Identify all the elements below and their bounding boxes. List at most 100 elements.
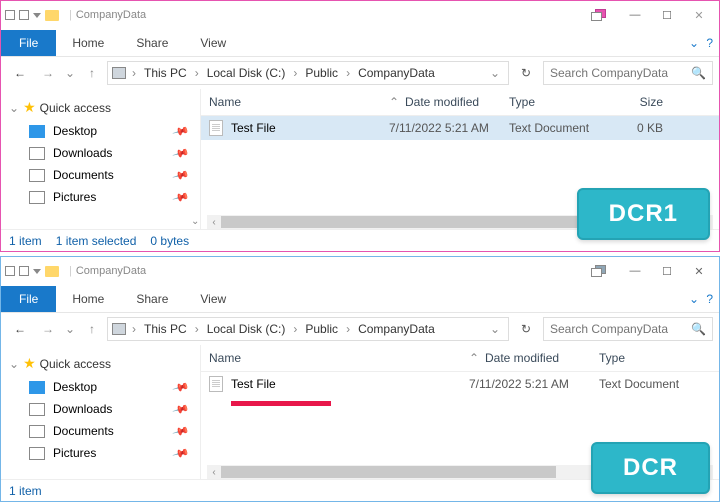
sidebar-item-label: Downloads [53, 146, 112, 160]
chevron-right-icon[interactable]: › [291, 322, 299, 336]
chevron-right-icon[interactable]: › [130, 322, 138, 336]
sidebar-item-pictures[interactable]: Pictures📌 [1, 442, 200, 464]
file-name: Test File [231, 377, 469, 391]
col-size[interactable]: Size [619, 95, 669, 109]
maximize-button[interactable]: ☐ [651, 4, 683, 26]
column-headers[interactable]: Name ⌃ Date modified Type Size [201, 89, 719, 116]
column-headers[interactable]: Name ⌃ Date modified Type [201, 345, 719, 372]
crumb-local-disk[interactable]: Local Disk (C:) [205, 322, 288, 336]
maximize-button[interactable]: ☐ [651, 260, 683, 282]
qat-newfolder-icon[interactable] [19, 10, 29, 20]
crumb-companydata[interactable]: CompanyData [356, 322, 437, 336]
sidebar-item-documents[interactable]: Documents📌 [1, 164, 200, 186]
table-row[interactable]: Test File 7/11/2022 5:21 AM Text Documen… [201, 116, 719, 140]
titlebar[interactable]: | CompanyData — ☐ ✕ [1, 257, 719, 285]
sidebar-scroll-down-icon[interactable]: ⌄ [191, 216, 199, 227]
pc-icon [112, 323, 126, 335]
refresh-button[interactable]: ↻ [515, 318, 537, 340]
minimize-button[interactable]: — [619, 4, 651, 26]
desktop-icon [29, 381, 45, 394]
path-dropdown-icon[interactable]: ⌄ [490, 66, 504, 80]
tab-view[interactable]: View [184, 292, 242, 306]
cascade-icon[interactable] [591, 9, 607, 22]
back-button[interactable]: ← [7, 60, 33, 86]
breadcrumb[interactable]: › This PC › Local Disk (C:) › Public › C… [107, 317, 509, 341]
file-tab[interactable]: File [1, 286, 56, 312]
file-type: Text Document [599, 377, 709, 391]
history-dropdown-icon[interactable]: ⌄ [63, 60, 77, 86]
close-button[interactable]: ✕ [683, 4, 715, 26]
search-icon[interactable]: 🔍 [691, 322, 706, 336]
ribbon-collapse-icon[interactable]: ⌄ [689, 36, 699, 50]
col-name[interactable]: Name [209, 351, 469, 365]
downloads-icon [29, 403, 45, 416]
history-dropdown-icon[interactable]: ⌄ [63, 316, 77, 342]
chevron-right-icon[interactable]: › [344, 66, 352, 80]
tab-home[interactable]: Home [56, 36, 120, 50]
up-button[interactable]: ↑ [79, 316, 105, 342]
sidebar-item-downloads[interactable]: Downloads📌 [1, 142, 200, 164]
crumb-public[interactable]: Public [303, 66, 340, 80]
qat-dropdown-icon[interactable] [33, 269, 41, 274]
help-icon[interactable]: ? [706, 36, 713, 50]
chevron-right-icon[interactable]: › [130, 66, 138, 80]
sidebar-item-downloads[interactable]: Downloads📌 [1, 398, 200, 420]
tab-view[interactable]: View [184, 36, 242, 50]
desktop-icon [29, 125, 45, 138]
close-button[interactable]: ✕ [683, 260, 715, 282]
search-icon[interactable]: 🔍 [691, 66, 706, 80]
crumb-companydata[interactable]: CompanyData [356, 66, 437, 80]
qat-properties-icon[interactable] [5, 10, 15, 20]
col-type[interactable]: Type [599, 351, 699, 365]
scroll-left-icon[interactable]: ‹ [207, 215, 221, 229]
sidebar-item-documents[interactable]: Documents📌 [1, 420, 200, 442]
table-row[interactable]: Test File 7/11/2022 5:21 AM Text Documen… [201, 372, 719, 396]
forward-button[interactable]: → [35, 60, 61, 86]
help-icon[interactable]: ? [706, 292, 713, 306]
chevron-right-icon[interactable]: › [193, 66, 201, 80]
search-box[interactable]: 🔍 [543, 61, 713, 85]
col-modified[interactable]: Date modified [469, 351, 599, 365]
chevron-right-icon[interactable]: › [344, 322, 352, 336]
crumb-this-pc[interactable]: This PC [142, 322, 189, 336]
ribbon-collapse-icon[interactable]: ⌄ [689, 292, 699, 306]
search-input[interactable] [550, 66, 690, 80]
sidebar-item-desktop[interactable]: Desktop📌 [1, 376, 200, 398]
col-type[interactable]: Type [509, 95, 619, 109]
tab-home[interactable]: Home [56, 292, 120, 306]
chevron-down-icon[interactable]: ⌄ [9, 357, 19, 371]
chevron-right-icon[interactable]: › [291, 66, 299, 80]
breadcrumb[interactable]: › This PC › Local Disk (C:) › Public › C… [107, 61, 509, 85]
tab-share[interactable]: Share [120, 292, 184, 306]
refresh-button[interactable]: ↻ [515, 62, 537, 84]
chevron-down-icon[interactable]: ⌄ [9, 101, 19, 115]
ribbon: File Home Share View ⌄ ? [1, 285, 719, 313]
search-box[interactable]: 🔍 [543, 317, 713, 341]
chevron-right-icon[interactable]: › [193, 322, 201, 336]
qat-newfolder-icon[interactable] [19, 266, 29, 276]
cascade-icon[interactable] [591, 265, 607, 278]
annotation-badge-dcr1: DCR1 [577, 188, 710, 240]
titlebar[interactable]: | CompanyData — ☐ ✕ [1, 1, 719, 29]
path-dropdown-icon[interactable]: ⌄ [490, 322, 504, 336]
back-button[interactable]: ← [7, 316, 33, 342]
quick-access-header[interactable]: ⌄ ★ Quick access [1, 351, 200, 376]
qat-dropdown-icon[interactable] [33, 13, 41, 18]
crumb-this-pc[interactable]: This PC [142, 66, 189, 80]
pin-icon: 📌 [172, 122, 190, 140]
sidebar-item-pictures[interactable]: Pictures📌 [1, 186, 200, 208]
up-button[interactable]: ↑ [79, 60, 105, 86]
forward-button[interactable]: → [35, 316, 61, 342]
quick-access-header[interactable]: ⌄ ★ Quick access [1, 95, 200, 120]
crumb-local-disk[interactable]: Local Disk (C:) [205, 66, 288, 80]
scroll-left-icon[interactable]: ‹ [207, 465, 221, 479]
search-input[interactable] [550, 322, 690, 336]
sidebar-item-desktop[interactable]: Desktop📌 [1, 120, 200, 142]
tab-share[interactable]: Share [120, 36, 184, 50]
file-tab[interactable]: File [1, 30, 56, 56]
qat-properties-icon[interactable] [5, 266, 15, 276]
col-modified[interactable]: Date modified [389, 95, 509, 109]
crumb-public[interactable]: Public [303, 322, 340, 336]
minimize-button[interactable]: — [619, 260, 651, 282]
col-name[interactable]: Name [209, 95, 389, 109]
